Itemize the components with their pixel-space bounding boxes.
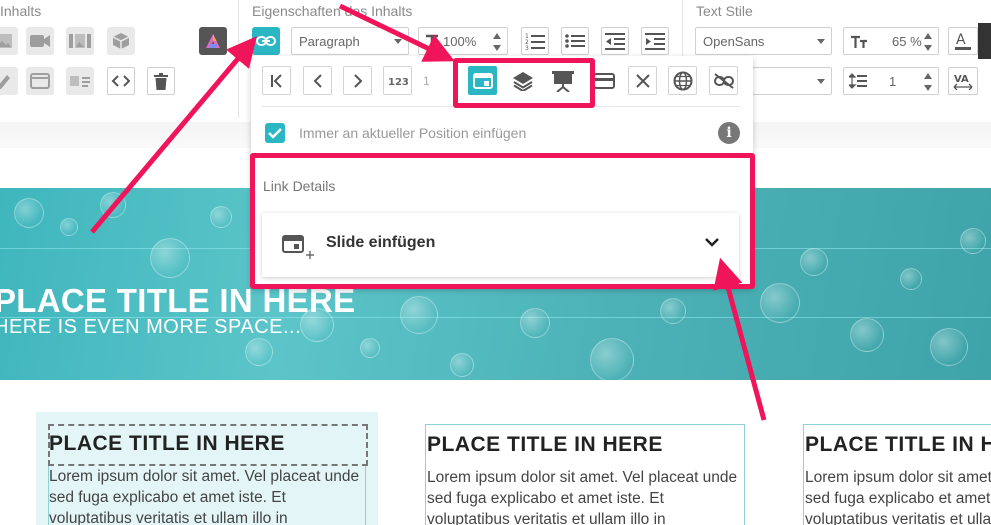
arrow-to-link-button [90, 36, 257, 234]
app-root: Inhalts Eigenschaften des Inhalts Text S… [0, 0, 991, 525]
annotation-arrows [90, 3, 767, 421]
arrow-to-dropdown [713, 257, 767, 421]
arrow-to-slide-buttons [338, 3, 455, 62]
